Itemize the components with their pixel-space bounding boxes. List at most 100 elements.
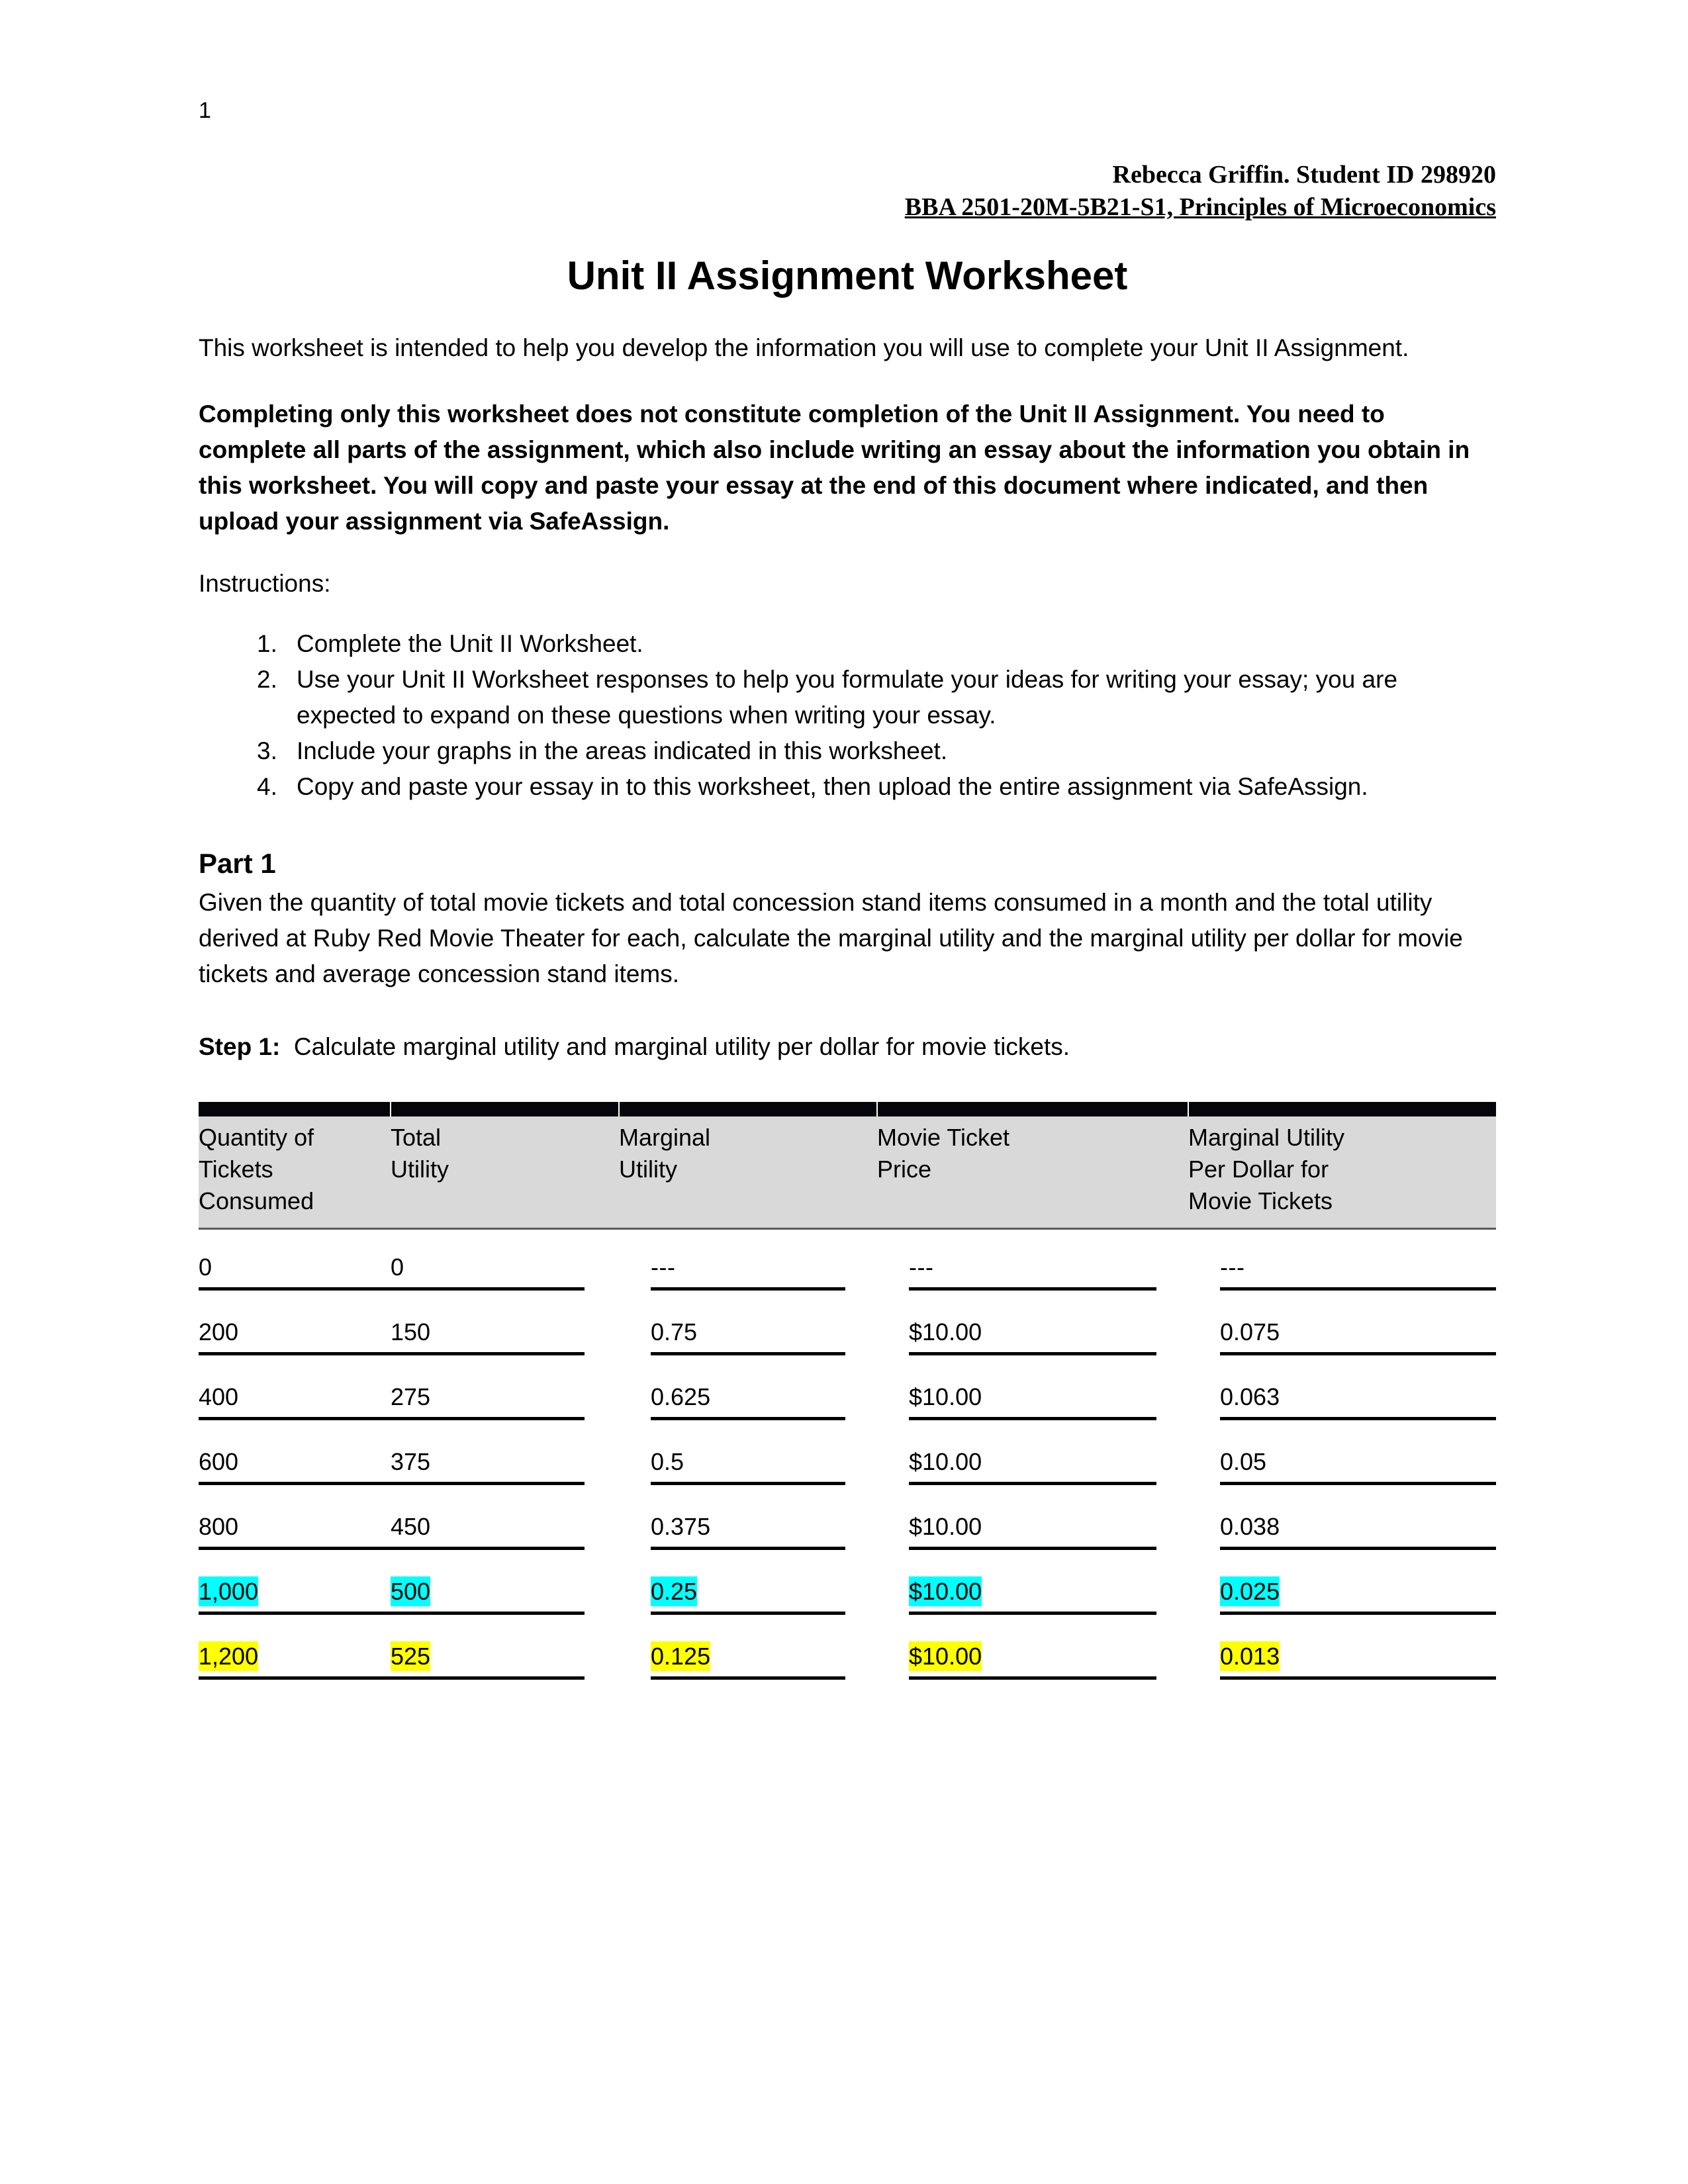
cell-value: 375 [391, 1447, 431, 1475]
utility-table-wrapper: Quantity of Tickets Consumed Total Utili… [199, 1102, 1496, 1684]
cell-underline: 150 [391, 1318, 585, 1355]
cell-underline: 525 [391, 1641, 585, 1680]
cell-underline: 0.063 [1220, 1383, 1496, 1420]
table-cell-quantity: 800 [199, 1489, 391, 1554]
list-item: 4. Copy and paste your essay in to this … [199, 769, 1496, 805]
table-cell-marginal-utility: 0.25 [619, 1554, 877, 1619]
table-cell-ticket-price: $10.00 [877, 1489, 1188, 1554]
cell-value: 0.075 [1220, 1318, 1280, 1345]
table-cell-mu-per-dollar: 0.075 [1188, 1295, 1496, 1359]
cell-value: 0.05 [1220, 1447, 1267, 1475]
list-item-number: 4. [257, 773, 277, 801]
list-item-text: Complete the Unit II Worksheet. [297, 630, 643, 658]
document-header-block: Rebecca Griffin. Student ID 298920 BBA 2… [199, 159, 1496, 223]
table-row: 200 150 0.75 $10.00 0.075 [199, 1295, 1496, 1359]
intro-paragraph-1: This worksheet is intended to help you d… [199, 334, 1409, 362]
cell-underline: 800 [199, 1512, 391, 1550]
cell-underline: --- [651, 1253, 845, 1291]
step1-label: Step 1: [199, 1033, 281, 1061]
table-cell-ticket-price: --- [877, 1228, 1188, 1295]
cell-value: 0.063 [1220, 1383, 1280, 1410]
cell-value: 525 [391, 1641, 431, 1671]
header-line: Marginal Utility [1188, 1124, 1345, 1152]
table-cell-marginal-utility: 0.75 [619, 1295, 877, 1359]
table-cell-mu-per-dollar: 0.063 [1188, 1359, 1496, 1424]
cell-underline: $10.00 [909, 1448, 1156, 1485]
cell-underline: 1,000 [199, 1576, 391, 1615]
table-cell-marginal-utility: 0.5 [619, 1424, 877, 1489]
cell-value: 0.375 [651, 1512, 711, 1540]
cell-value: 0.038 [1220, 1512, 1280, 1540]
table-cell-mu-per-dollar: --- [1188, 1228, 1496, 1295]
instructions-list: 1. Complete the Unit II Worksheet. 2. Us… [199, 626, 1496, 805]
cell-value: 200 [199, 1318, 239, 1345]
cell-value: $10.00 [909, 1383, 982, 1410]
header-line: Movie Ticket [877, 1124, 1010, 1152]
table-row: 600 375 0.5 $10.00 0.05 [199, 1424, 1496, 1489]
page-title: Unit II Assignment Worksheet [567, 253, 1128, 298]
table-cell-mu-per-dollar: 0.013 [1188, 1619, 1496, 1684]
instructions-label: Instructions: [199, 570, 331, 598]
header-line: Tickets [199, 1155, 273, 1183]
cell-value: 0.125 [651, 1641, 711, 1671]
student-name-and-id: Rebecca Griffin. Student ID 298920 [1112, 161, 1496, 189]
cell-underline: 200 [199, 1318, 391, 1355]
cell-value: --- [651, 1253, 676, 1281]
table-row: 400 275 0.625 $10.00 0.063 [199, 1359, 1496, 1424]
cell-value: 0 [199, 1253, 212, 1281]
header-line: Utility [619, 1155, 677, 1183]
cell-underline: 0.625 [651, 1383, 845, 1420]
table-cell-total-utility: 500 [391, 1554, 619, 1619]
table-cell-mu-per-dollar: 0.038 [1188, 1489, 1496, 1554]
table-header-cell-ticket-price: Movie Ticket Price [877, 1116, 1188, 1230]
page-number: 1 [199, 98, 211, 123]
table-header-cell-mu-per-dollar: Marginal Utility Per Dollar for Movie Ti… [1188, 1116, 1496, 1230]
cell-value: 800 [199, 1512, 239, 1540]
table-cell-quantity: 600 [199, 1424, 391, 1489]
table-cell-quantity: 1,000 [199, 1554, 391, 1619]
table-cell-ticket-price: $10.00 [877, 1359, 1188, 1424]
cell-value: 150 [391, 1318, 431, 1345]
table-cell-marginal-utility: 0.375 [619, 1489, 877, 1554]
table-cell-total-utility: 450 [391, 1489, 619, 1554]
course-code-line: BBA 2501-20M-5B21-S1, Principles of Micr… [904, 193, 1496, 221]
header-line: Per Dollar for [1188, 1155, 1329, 1183]
cell-underline: 275 [391, 1383, 585, 1420]
document-page: 1 Rebecca Griffin. Student ID 298920 BBA… [0, 0, 1688, 2184]
table-cell-total-utility: 275 [391, 1359, 619, 1424]
cell-value: 0 [391, 1253, 404, 1281]
cell-underline: 0.125 [651, 1641, 845, 1680]
cell-underline: $10.00 [909, 1576, 1156, 1615]
cell-value: $10.00 [909, 1576, 982, 1606]
cell-value: 275 [391, 1383, 431, 1410]
header-line [391, 1185, 619, 1217]
cell-value: 0.025 [1220, 1576, 1280, 1606]
part1-body-text: Given the quantity of total movie ticket… [199, 889, 1463, 988]
table-cell-quantity: 200 [199, 1295, 391, 1359]
top-bar-segment [1188, 1102, 1496, 1117]
cell-underline: 0.75 [651, 1318, 845, 1355]
cell-value: 400 [199, 1383, 239, 1410]
table-header-row: Quantity of Tickets Consumed Total Utili… [199, 1116, 1496, 1230]
top-bar-segment [877, 1102, 1189, 1117]
table-header-cell-total-utility: Total Utility [391, 1116, 619, 1230]
table-header-cell-quantity: Quantity of Tickets Consumed [199, 1116, 391, 1230]
cell-value: --- [909, 1253, 934, 1281]
table-cell-ticket-price: $10.00 [877, 1554, 1188, 1619]
header-line [877, 1185, 1188, 1217]
cell-value: $10.00 [909, 1318, 982, 1345]
cell-value: --- [1220, 1253, 1245, 1281]
cell-underline: 0.075 [1220, 1318, 1496, 1355]
cell-underline: 0 [199, 1253, 391, 1291]
top-bar-segment [619, 1102, 878, 1117]
header-line [619, 1185, 877, 1217]
cell-underline: 0.025 [1220, 1576, 1496, 1615]
table-cell-ticket-price: $10.00 [877, 1619, 1188, 1684]
table-cell-mu-per-dollar: 0.05 [1188, 1424, 1496, 1489]
cell-underline: $10.00 [909, 1318, 1156, 1355]
header-line: Utility [391, 1155, 449, 1183]
step1-line: Step 1: Calculate marginal utility and m… [199, 1029, 1496, 1065]
cell-underline: 0 [391, 1253, 585, 1291]
table-row-highlighted-cyan: 1,000 500 0.25 $10.00 0.025 [199, 1554, 1496, 1619]
table-row: 0 0 --- --- --- [199, 1228, 1496, 1295]
